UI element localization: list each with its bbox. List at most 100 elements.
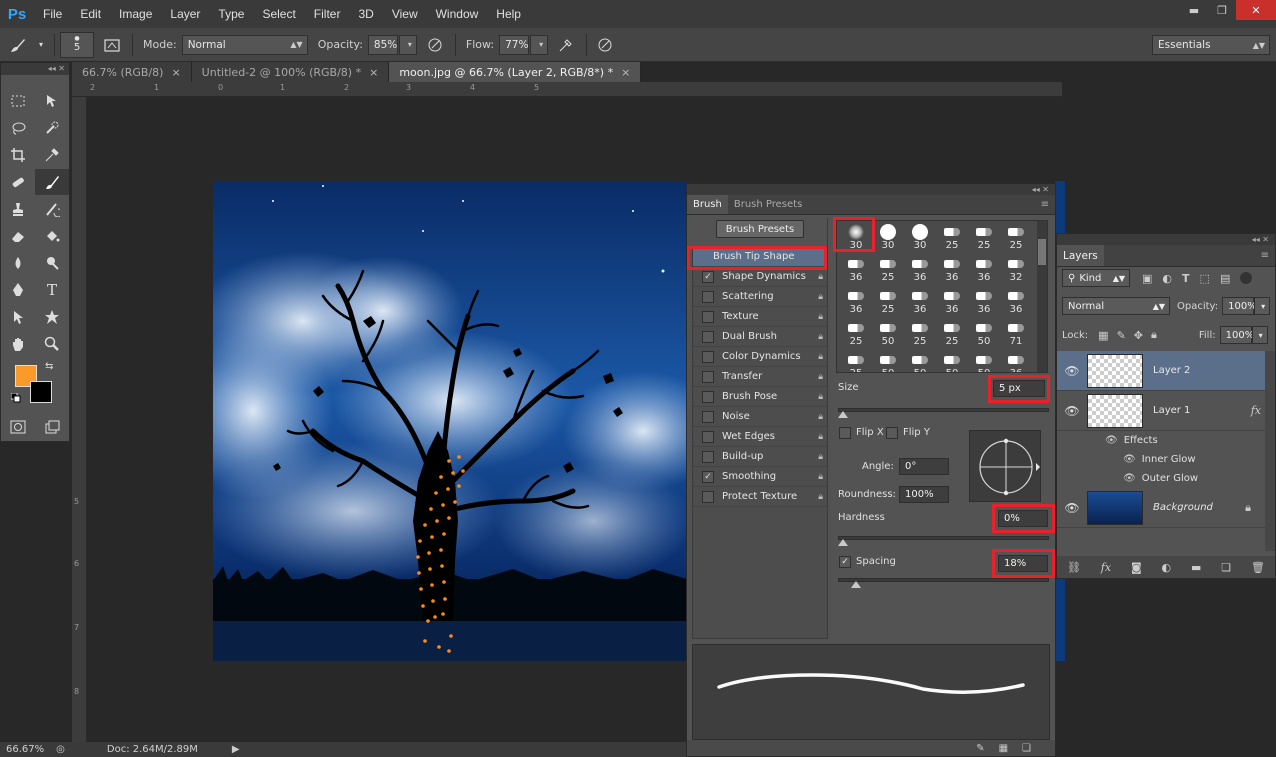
menu-window[interactable]: Window (427, 7, 488, 21)
brush-tip[interactable]: 50 (968, 319, 1000, 351)
eyedropper-tool-icon[interactable] (35, 142, 69, 168)
flow-field[interactable]: 77% (499, 34, 530, 55)
size-slider-knob[interactable] (838, 411, 848, 418)
menu-select[interactable]: Select (253, 7, 304, 21)
layer-opacity-field[interactable]: 100% (1222, 297, 1257, 315)
brush-tip[interactable]: 25 (936, 319, 968, 351)
brush-tip[interactable]: 25 (840, 319, 872, 351)
checkbox[interactable] (702, 410, 714, 423)
filter-pixel-icon[interactable]: ▣ (1142, 272, 1152, 285)
menu-3d[interactable]: 3D (349, 7, 382, 21)
tool-preset-caret-icon[interactable]: ▾ (36, 33, 46, 57)
checkbox[interactable] (702, 490, 714, 503)
checkbox[interactable] (702, 290, 714, 303)
doc-tab-active[interactable]: moon.jpg @ 66.7% (Layer 2, RGB/8*) * × (389, 62, 642, 82)
screen-mode-icon[interactable] (35, 414, 69, 440)
checkbox[interactable] (702, 310, 714, 323)
checkbox[interactable] (702, 370, 714, 383)
panel-menu-icon[interactable]: ≡ (1035, 195, 1055, 214)
close-tab-icon[interactable]: × (621, 66, 630, 79)
dodge-tool-icon[interactable] (35, 250, 69, 276)
menu-layer[interactable]: Layer (161, 7, 209, 21)
brush-tip[interactable]: 36 (936, 255, 968, 287)
brush-tip[interactable]: 25 (872, 287, 904, 319)
menu-edit[interactable]: Edit (71, 7, 110, 21)
brush-tip[interactable]: 25 (904, 319, 936, 351)
brush-setting-transfer[interactable]: Transfer 🔒︎ (693, 367, 827, 387)
brush-tip[interactable]: 36 (1000, 287, 1032, 319)
brush-setting-build-up[interactable]: Build-up 🔒︎ (693, 447, 827, 467)
close-button[interactable]: ✕ (1236, 0, 1276, 20)
brush-tip[interactable]: 50 (904, 351, 936, 372)
hand-tool-icon[interactable] (1, 331, 35, 357)
tab-layers[interactable]: Layers (1057, 245, 1104, 266)
menu-help[interactable]: Help (487, 7, 530, 21)
brush-tip[interactable]: 32 (1000, 255, 1032, 287)
mask-icon[interactable]: ◙ (1131, 561, 1142, 574)
flip-x-checkbox[interactable] (839, 427, 851, 439)
angle-roundness-widget[interactable] (969, 430, 1041, 502)
brush-setting-shape-dynamics[interactable]: ✓ Shape Dynamics 🔒︎ (693, 267, 827, 287)
filter-toggle-icon[interactable] (1240, 272, 1253, 284)
eraser-tool-icon[interactable] (1, 223, 35, 249)
size-slider[interactable] (838, 408, 1049, 412)
airbrush-icon[interactable] (554, 33, 578, 57)
history-brush-tool-icon[interactable] (35, 196, 69, 222)
pressure-size-icon[interactable] (593, 33, 617, 57)
fill-dropdown[interactable]: ▾ (1251, 326, 1268, 344)
lock-all-icon[interactable]: 🔒︎ (1151, 328, 1157, 342)
brush-tip[interactable]: 36 (1000, 351, 1032, 372)
menu-image[interactable]: Image (110, 7, 161, 21)
menu-view[interactable]: View (383, 7, 427, 21)
brush-tip[interactable]: 36 (904, 255, 936, 287)
brush-tip[interactable]: 25 (936, 223, 968, 255)
clone-stamp-tool-icon[interactable] (1, 196, 35, 222)
lasso-tool-icon[interactable] (1, 115, 35, 141)
menu-type[interactable]: Type (209, 7, 253, 21)
brush-tip[interactable]: 25 (968, 223, 1000, 255)
close-tab-icon[interactable]: × (171, 66, 180, 79)
status-menu-icon[interactable]: ▶ (232, 744, 240, 755)
paint-bucket-tool-icon[interactable] (35, 223, 69, 249)
brush-presets-button[interactable]: Brush Presets (716, 220, 804, 238)
mode-select[interactable]: Normal ▲▼ (181, 34, 308, 55)
flip-y-checkbox[interactable] (886, 427, 898, 439)
visibility-eye-icon[interactable]: 👁︎ (1123, 454, 1136, 465)
visibility-eye-icon[interactable]: 👁︎ (1057, 364, 1087, 378)
checkbox[interactable] (702, 350, 714, 363)
filter-smart-object-icon[interactable]: ▤ (1220, 272, 1230, 285)
brush-panel-header[interactable]: ◂◂ ✕ (687, 184, 1055, 195)
layer-row-layer-1[interactable]: 👁︎ Layer 1 fx (1057, 391, 1265, 431)
lock-icon[interactable]: 🔒︎ (818, 492, 823, 502)
brush-tip[interactable]: 25 (1000, 223, 1032, 255)
adjustment-icon[interactable]: ◐ (1162, 561, 1172, 574)
lock-icon[interactable]: 🔒︎ (818, 412, 823, 422)
brush-panel-toggle-icon[interactable] (100, 33, 124, 57)
doc-tab-2[interactable]: Untitled-2 @ 100% (RGB/8) * × (191, 62, 390, 82)
effect-outer-glow[interactable]: 👁︎ Outer Glow (1057, 469, 1265, 488)
lock-icon[interactable]: 🔒︎ (818, 312, 823, 322)
layers-scrollbar[interactable] (1265, 351, 1275, 551)
lock-icon[interactable]: 🔒︎ (818, 472, 823, 482)
brush-tip[interactable]: 36 (968, 255, 1000, 287)
brush-setting-wet-edges[interactable]: Wet Edges 🔒︎ (693, 427, 827, 447)
brush-tip[interactable]: 71 (1000, 319, 1032, 351)
filter-adjustment-icon[interactable]: ◐ (1162, 272, 1172, 285)
status-info-icon[interactable]: ◎ (56, 744, 65, 755)
brush-tip[interactable]: 50 (936, 351, 968, 372)
hardness-slider[interactable] (838, 536, 1049, 540)
quick-selection-tool-icon[interactable] (35, 115, 69, 141)
pen-tool-icon[interactable] (1, 277, 35, 303)
close-tab-icon[interactable]: × (369, 66, 378, 79)
blur-tool-icon[interactable] (1, 250, 35, 276)
brush-tip[interactable]: 36 (840, 255, 872, 287)
lock-icon[interactable]: 🔒︎ (818, 372, 823, 382)
trash-icon[interactable]: 🗑︎ (1251, 561, 1265, 574)
hardness-slider-knob[interactable] (838, 539, 848, 546)
new-preset-icon[interactable]: ❏ (1022, 743, 1031, 754)
crop-tool-icon[interactable] (1, 142, 35, 168)
blend-mode-select[interactable]: Normal ▲▼ (1062, 297, 1170, 315)
brush-tool-icon[interactable] (6, 33, 30, 57)
grid-icon[interactable]: ▦ (999, 743, 1008, 754)
brush-tip[interactable]: 36 (936, 287, 968, 319)
